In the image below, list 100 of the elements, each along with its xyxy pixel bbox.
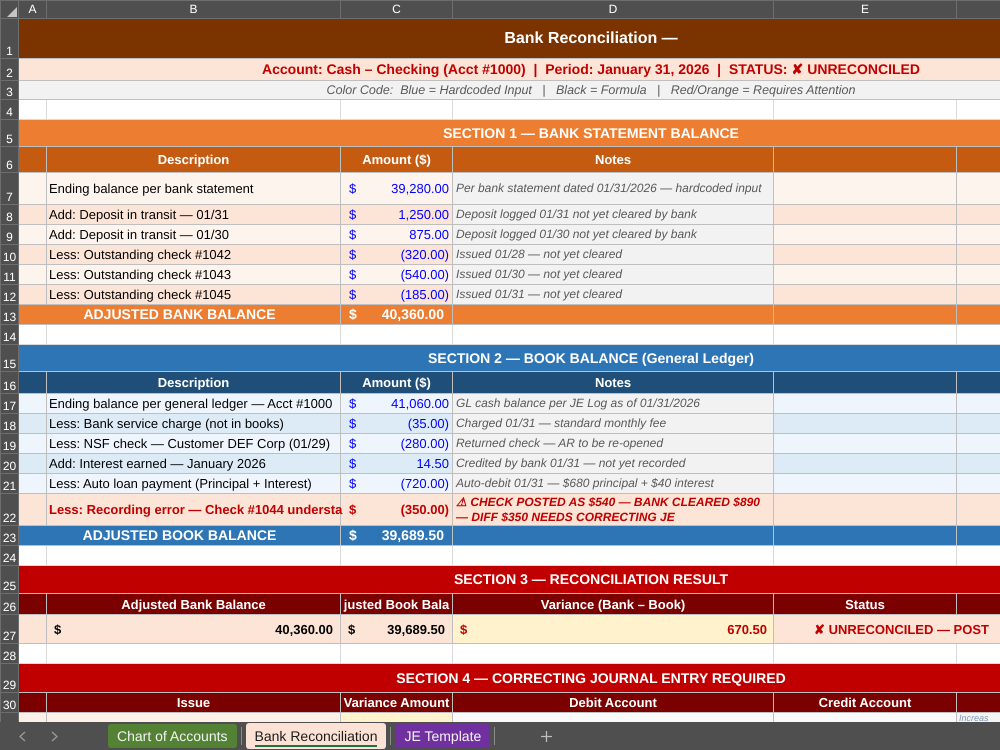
currency-symbol: $ (349, 287, 356, 302)
currency-symbol: $ (349, 416, 356, 431)
account-status-banner: Account: Cash – Checking (Acct #1000) | Period: January 31, 2026 | STATUS: ✘ UNRECONCILED (18, 58, 1000, 80)
amount-value: 670.50 (727, 622, 767, 636)
row-header[interactable]: 18 (0, 414, 18, 434)
sheet-tab[interactable]: JE Template (395, 724, 490, 748)
sheet-title-banner: Bank Reconciliation — (18, 18, 1000, 58)
chevron-right-icon[interactable] (51, 730, 58, 742)
description-cell: Less: Recording error — Check #1044 understa (46, 494, 340, 526)
notes-cell: Issued 01/30 — not yet cleared (452, 264, 774, 284)
row-header[interactable]: 22 (0, 494, 18, 526)
currency-symbol: $ (349, 456, 356, 471)
row-header[interactable]: 20 (0, 454, 18, 474)
sheet-tab[interactable]: Chart of Accounts (108, 724, 237, 748)
currency-symbol: $ (348, 622, 356, 636)
row-header[interactable]: 26 (0, 594, 18, 614)
amount-value: (185.00) (400, 287, 449, 302)
row-header[interactable]: 28 (0, 644, 18, 664)
row-header[interactable]: 17 (0, 394, 18, 414)
amount-value: (540.00) (400, 267, 449, 282)
column-heading: Variance (Bank – Book) (452, 594, 774, 614)
description-cell: Less: Outstanding check #1042 (46, 244, 340, 264)
currency-symbol: $ (349, 307, 357, 322)
currency-symbol: $ (349, 267, 356, 282)
notes-cell: Returned check — AR to be re-opened (452, 434, 774, 454)
plus-icon[interactable] (541, 731, 552, 742)
description-cell: Ending balance per general ledger — Acct #1000 (46, 394, 340, 414)
column-heading: Notes (452, 372, 774, 394)
row-header[interactable]: 14 (0, 324, 18, 344)
notes-cell: GL cash balance per JE Log as of 01/31/2026 (452, 394, 774, 414)
row-header[interactable]: 13 (0, 304, 18, 324)
amount-value: 40,360.00 (275, 622, 333, 636)
column-header[interactable]: A (18, 0, 46, 18)
currency-symbol: $ (349, 396, 356, 411)
row-header[interactable]: 1 (0, 18, 18, 58)
row-header[interactable]: 29 (0, 664, 18, 692)
row-header[interactable]: 8 (0, 204, 18, 224)
row-header[interactable]: 12 (0, 284, 18, 304)
amount-value: (320.00) (400, 247, 449, 262)
row-header[interactable]: 15 (0, 344, 18, 372)
column-header[interactable]: E (774, 0, 956, 18)
row-header[interactable]: 7 (0, 172, 18, 204)
total-label-cell: ADJUSTED BANK BALANCE (18, 304, 340, 324)
column-heading: Description (46, 372, 340, 394)
color-code-legend: Color Code: Blue = Hardcoded Input | Black = Formula | Red/Orange = Requires Attention (18, 80, 1000, 100)
status-cell: ✘ UNRECONCILED — POST (774, 614, 1000, 644)
amount-value: (350.00) (400, 502, 449, 517)
amount-value: 40,360.00 (382, 307, 444, 322)
section-banner: SECTION 2 — BOOK BALANCE (General Ledger) (18, 344, 1000, 372)
description-cell: Add: Deposit in transit — 01/30 (46, 224, 340, 244)
description-cell: Add: Interest earned — January 2026 (46, 454, 340, 474)
row-header[interactable]: 19 (0, 434, 18, 454)
column-heading: Description (46, 146, 340, 172)
row-header[interactable]: 23 (0, 526, 18, 546)
row-header[interactable]: 30 (0, 692, 18, 712)
amount-value: 875.00 (409, 227, 449, 242)
currency-symbol: $ (349, 181, 356, 196)
row-header[interactable]: 4 (0, 100, 18, 120)
notes-cell: Deposit logged 01/30 not yet cleared by bank (452, 224, 774, 244)
notes-cell: Charged 01/31 — standard monthly fee (452, 414, 774, 434)
column-header[interactable]: D (452, 0, 774, 18)
row-header[interactable]: 3 (0, 80, 18, 100)
amount-value: 39,689.50 (387, 622, 445, 636)
amount-value: (280.00) (400, 436, 449, 451)
row-header[interactable]: 2 (0, 58, 18, 80)
currency-symbol: $ (349, 528, 357, 543)
column-header[interactable] (956, 0, 1000, 18)
description-cell: Add: Deposit in transit — 01/31 (46, 204, 340, 224)
row-header[interactable]: 21 (0, 474, 18, 494)
row-header[interactable]: 24 (0, 546, 18, 566)
column-heading: Issue (46, 692, 340, 712)
row-header[interactable]: 5 (0, 120, 18, 146)
column-heading: Notes (452, 146, 774, 172)
currency-symbol: $ (349, 227, 356, 242)
row-header[interactable]: 16 (0, 372, 18, 394)
row-header[interactable]: 11 (0, 264, 18, 284)
description-cell: Less: Outstanding check #1045 (46, 284, 340, 304)
row-header[interactable]: 25 (0, 566, 18, 594)
amount-value: 14.50 (416, 456, 449, 471)
section-banner: SECTION 4 — CORRECTING JOURNAL ENTRY REQUIRED (18, 664, 1000, 692)
row-header[interactable]: 9 (0, 224, 18, 244)
column-heading: Amount ($) (340, 372, 452, 394)
column-heading: Variance Amount (340, 692, 452, 712)
currency-symbol: $ (349, 247, 356, 262)
column-header[interactable]: B (46, 0, 340, 18)
row-header[interactable]: 6 (0, 146, 18, 172)
column-heading: justed Book Bala (340, 594, 452, 614)
row-header[interactable]: 10 (0, 244, 18, 264)
description-cell: Ending balance per bank statement (46, 172, 340, 204)
sheet-tab[interactable]: Bank Reconciliation (246, 723, 386, 749)
column-heading: Amount ($) (340, 146, 452, 172)
column-header[interactable]: C (340, 0, 452, 18)
notes-cell: ⚠ CHECK POSTED AS $540 — BANK CLEARED $890 — DIFF $350 NEEDS CORRECTING JE (452, 494, 774, 526)
chevron-left-icon[interactable] (19, 730, 26, 742)
row-header[interactable]: 27 (0, 614, 18, 644)
currency-symbol: $ (460, 622, 468, 636)
amount-value: 39,280.00 (391, 181, 449, 196)
column-heading: Debit Account (452, 692, 774, 712)
section-banner: SECTION 1 — BANK STATEMENT BALANCE (18, 120, 1000, 146)
total-label-cell: ADJUSTED BOOK BALANCE (18, 526, 340, 546)
